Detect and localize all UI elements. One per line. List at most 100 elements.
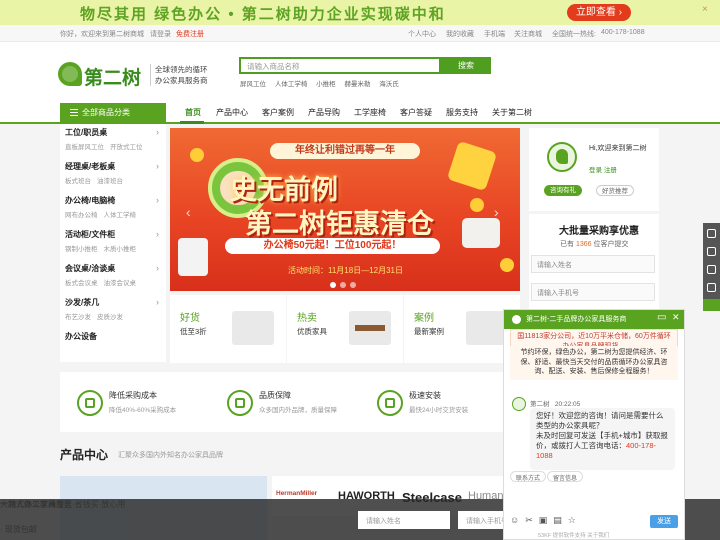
workstation-image bbox=[466, 311, 508, 345]
nav-home[interactable]: 首页 bbox=[185, 107, 201, 118]
quick-reply-contact[interactable]: 联系方式 bbox=[510, 471, 547, 482]
hot-word[interactable]: 小推柜 bbox=[316, 81, 336, 88]
office-chair-image bbox=[232, 311, 274, 345]
chat-powered-by: 53KF 提供软件支持 关于我们 bbox=[538, 533, 610, 539]
menu-icon bbox=[70, 112, 78, 114]
hero-carousel[interactable]: 年终让利错过再等一年 史无前例 第二树钜惠清仓 办公椅50元起！工位100元起！… bbox=[170, 128, 520, 291]
user-register-link[interactable]: 注册 bbox=[604, 167, 617, 174]
hotline-label: 全国统一热线: bbox=[552, 31, 596, 38]
hero-offer: 办公椅50元起！工位100元起！ bbox=[225, 238, 440, 254]
login-register: 登录 注册 bbox=[589, 164, 617, 174]
chat-logo-icon bbox=[512, 315, 521, 324]
category-item[interactable]: 办公椅/电脑椅 › 网布办公椅 人体工学椅 bbox=[65, 195, 163, 219]
category-item[interactable]: 活动柜/文件柜 › 钢制小推柜 木质小推柜 bbox=[65, 229, 163, 253]
chevron-right-icon: › bbox=[156, 161, 159, 171]
emoji-icon[interactable]: ☺ bbox=[510, 515, 519, 525]
login-link[interactable]: 请登录 bbox=[150, 29, 171, 39]
image-icon[interactable]: ▣ bbox=[539, 515, 548, 525]
right-float-toolbar bbox=[703, 223, 720, 299]
personal-center-link[interactable]: 个人中心 bbox=[408, 29, 436, 39]
tagline: 全球领先的循环 办公家具服务商 bbox=[150, 64, 208, 86]
recommend-button[interactable]: 好货推荐 bbox=[596, 185, 634, 196]
hero-headline-2: 第二树钜惠清仓 bbox=[245, 209, 434, 239]
bottom-phone-field[interactable]: 请输入手机号 bbox=[458, 511, 504, 529]
brand-logo[interactable]: HermanMiller bbox=[276, 490, 317, 497]
chevron-right-icon: › bbox=[156, 263, 159, 273]
bulk-phone-field[interactable]: 请输入手机号 bbox=[531, 283, 655, 301]
diamond-icon bbox=[227, 390, 253, 416]
hot-word[interactable]: 海沃氏 bbox=[379, 81, 399, 88]
chat-toolbar: ☺ ✂ ▣ ▤ ☆ bbox=[510, 515, 582, 526]
money-icon bbox=[77, 390, 103, 416]
hot-word[interactable]: 赫曼米勒 bbox=[344, 81, 370, 88]
search-placeholder: 请输入商品名称 bbox=[247, 62, 300, 71]
close-icon[interactable]: × bbox=[702, 4, 708, 15]
banner-view-button[interactable]: 立即查看 › bbox=[567, 4, 631, 21]
search-input[interactable]: 请输入商品名称 bbox=[239, 57, 441, 74]
star-icon[interactable]: ☆ bbox=[568, 515, 576, 525]
user-greeting: Hi,欢迎来到第二树 bbox=[589, 145, 647, 152]
chevron-right-icon: › bbox=[156, 127, 159, 137]
bottom-bar-sub: · 现货包邮 bbox=[0, 525, 37, 534]
nav-products[interactable]: 产品中心 bbox=[216, 107, 248, 118]
hero-period: 活动时间：11月18日—12月31日 bbox=[288, 266, 403, 275]
close-icon[interactable]: ✕ bbox=[672, 312, 680, 323]
qrcode-icon[interactable] bbox=[707, 283, 716, 292]
hot-search-words: 屏风工位 人体工学椅 小推柜 赫曼米勒 海沃氏 bbox=[240, 78, 406, 88]
chat-notice: 节约环保，绿色办公，第二树为您提供经济、环保、舒适、最快当天交付的品质循环办公家… bbox=[510, 346, 678, 380]
category-item[interactable]: 会议桌/洽谈桌 › 板式会议桌 油漆会议桌 bbox=[65, 263, 163, 287]
bulk-title: 大批量采购享优惠 bbox=[559, 226, 639, 237]
chat-icon[interactable] bbox=[707, 247, 716, 256]
nav-guide[interactable]: 产品导购 bbox=[308, 107, 340, 118]
category-item[interactable]: 经理桌/老板桌 › 板式班台 油漆班台 bbox=[65, 161, 163, 185]
chair-image bbox=[178, 238, 208, 276]
mobile-link[interactable]: 手机端 bbox=[484, 29, 505, 39]
message-icon[interactable] bbox=[707, 265, 716, 274]
site-logo[interactable]: 第二树 bbox=[58, 62, 146, 89]
user-login-link[interactable]: 登录 bbox=[589, 167, 602, 174]
chevron-right-icon: › bbox=[156, 229, 159, 239]
register-link[interactable]: 免费注册 bbox=[176, 29, 204, 39]
file-icon[interactable]: ▤ bbox=[553, 515, 562, 525]
bulk-name-field[interactable]: 请输入姓名 bbox=[531, 255, 655, 273]
back-to-top-button[interactable] bbox=[703, 299, 720, 311]
avatar bbox=[547, 142, 577, 172]
chat-message: 您好！欢迎您的咨询！请问是需要什么类型的办公家具呢？ 未及时回复可发送【手机+城… bbox=[530, 408, 675, 470]
bottom-name-field[interactable]: 请输入姓名 bbox=[358, 511, 450, 529]
user-icon[interactable] bbox=[707, 229, 716, 238]
nav-ergonomic-chairs[interactable]: 工学座椅 bbox=[354, 107, 386, 118]
nav-cases[interactable]: 客户案例 bbox=[262, 107, 294, 118]
all-categories-button[interactable]: 全部商品分类 bbox=[60, 103, 166, 122]
consult-gift-button[interactable]: 咨询有礼 bbox=[544, 185, 582, 196]
gift-box-image bbox=[446, 140, 498, 192]
carousel-next-icon[interactable]: › bbox=[494, 204, 499, 220]
scissors-icon[interactable]: ✂ bbox=[525, 515, 533, 525]
top-utility-bar: 你好，欢迎来到第二树商城 请登录 免费注册 个人中心 我的收藏 手机端 关注商城… bbox=[0, 25, 720, 42]
product-center-sub: 汇聚众多国内外知名办公家具品牌 bbox=[118, 452, 223, 459]
quick-reply-message[interactable]: 留言信息 bbox=[547, 471, 584, 482]
favorites-link[interactable]: 我的收藏 bbox=[446, 29, 474, 39]
minimize-icon[interactable]: ▭ bbox=[657, 312, 666, 323]
carousel-prev-icon[interactable]: ‹ bbox=[186, 204, 191, 220]
follow-link[interactable]: 关注商城 bbox=[514, 29, 542, 39]
category-item[interactable]: 办公设备 bbox=[65, 331, 163, 342]
hot-word[interactable]: 屏风工位 bbox=[240, 81, 266, 88]
logo-text: 第二树 bbox=[84, 68, 142, 89]
chevron-right-icon: › bbox=[156, 195, 159, 205]
category-sidebar: 工位/职员桌 › 直板屏风工位 开放式工位 经理桌/老板桌 › 板式班台 油漆班台 办公… bbox=[60, 124, 166, 362]
chevron-right-icon: › bbox=[156, 297, 159, 307]
hot-word[interactable]: 人体工学椅 bbox=[275, 81, 308, 88]
promo-card-deals[interactable]: 好货 低至3折 bbox=[170, 295, 286, 363]
send-button[interactable]: 发送 bbox=[650, 515, 678, 528]
agent-name-time: 第二树 20:22:05 bbox=[530, 401, 581, 408]
category-item[interactable]: 工位/职员桌 › 直板屏风工位 开放式工位 bbox=[65, 127, 163, 151]
promo-card-hot[interactable]: 热卖 优质家具 bbox=[287, 295, 403, 363]
nav-about[interactable]: 关于第二树 bbox=[492, 107, 532, 118]
nav-support[interactable]: 服务支持 bbox=[446, 107, 478, 118]
search-button[interactable]: 搜索 bbox=[441, 57, 491, 74]
hotline-number: 400-178-1088 bbox=[601, 29, 645, 36]
bottom-bar-slogan: 一站式办公家具服务·省钱买·放心用 bbox=[0, 500, 126, 509]
top-promo-banner[interactable]: 物尽其用 绿色办公 • 第二树助力企业实现碳中和 立即查看 › × bbox=[0, 0, 720, 25]
nav-faq[interactable]: 客户答疑 bbox=[400, 107, 432, 118]
category-item[interactable]: 沙发/茶几 › 布艺沙发 皮质沙发 bbox=[65, 297, 163, 321]
